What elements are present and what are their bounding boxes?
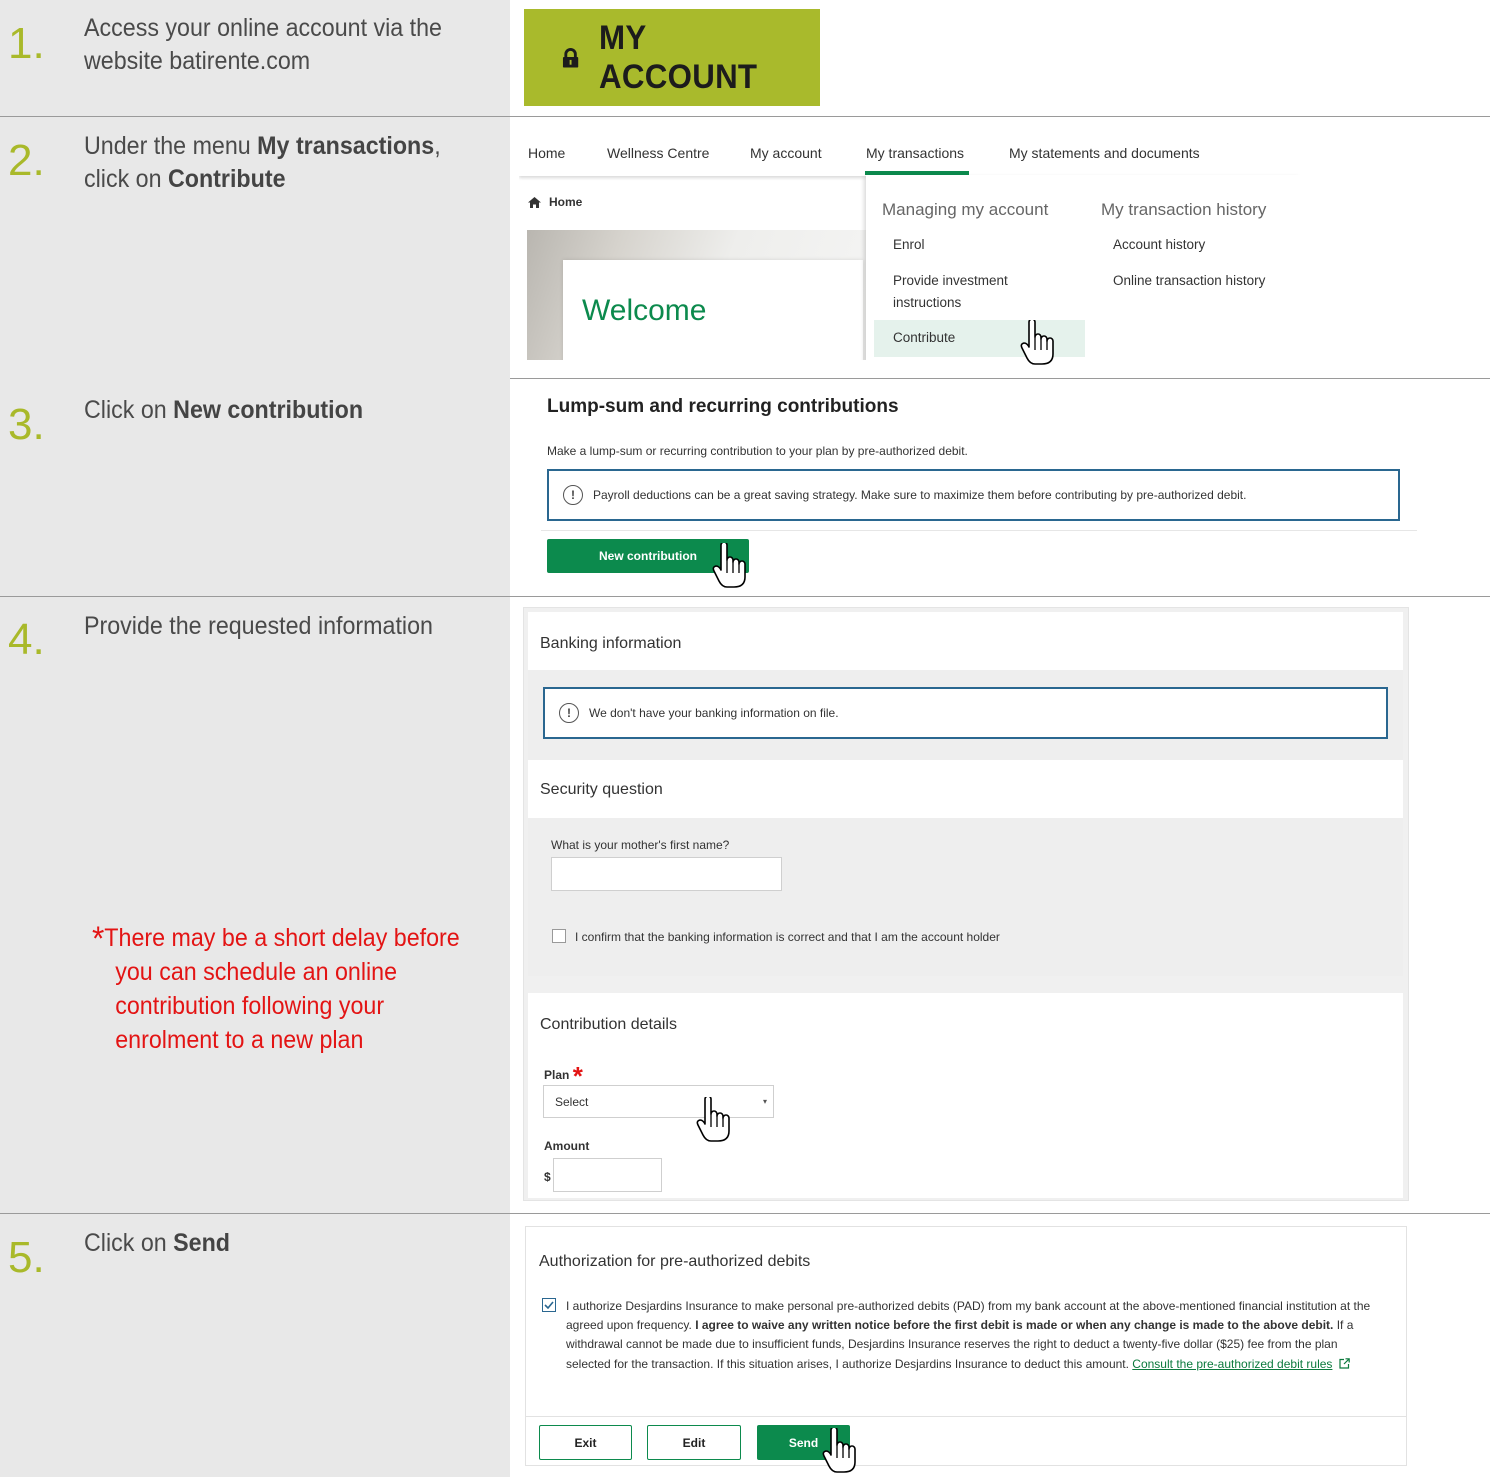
menu-item-online-transaction-history[interactable]: Online transaction history bbox=[1113, 270, 1265, 292]
authorization-title: Authorization for pre-authorized debits bbox=[539, 1253, 811, 1270]
welcome-text: Welcome bbox=[582, 294, 707, 327]
edit-button[interactable]: Edit bbox=[647, 1425, 741, 1460]
menu-item-provide-investment-instructions[interactable]: Provide investment instructions bbox=[893, 270, 1008, 314]
hand-cursor-icon bbox=[1020, 320, 1054, 365]
step-3-text: Click on New contribution bbox=[84, 396, 364, 424]
nav-home[interactable]: Home bbox=[528, 145, 565, 161]
hand-cursor-icon bbox=[712, 543, 746, 588]
menu-item-account-history[interactable]: Account history bbox=[1113, 234, 1205, 256]
payroll-info-alert: ! Payroll deductions can be a great savi… bbox=[547, 469, 1400, 521]
divider bbox=[526, 1416, 1406, 1417]
plan-label: Plan * bbox=[544, 1061, 583, 1091]
nav-my-statements-and-documents[interactable]: My statements and documents bbox=[1009, 145, 1200, 161]
step-number-2: 2. bbox=[8, 136, 45, 185]
divider bbox=[541, 530, 1417, 531]
banking-info-text: We don't have your banking information o… bbox=[589, 706, 839, 720]
breadcrumb-home[interactable]: Home bbox=[549, 195, 582, 209]
welcome-card: Welcome bbox=[563, 260, 863, 360]
nav-my-account[interactable]: My account bbox=[750, 145, 822, 161]
pad-rules-link[interactable]: Consult the pre-authorized debit rules bbox=[1132, 1357, 1332, 1371]
exit-button[interactable]: Exit bbox=[539, 1425, 632, 1460]
currency-symbol: $ bbox=[544, 1170, 551, 1184]
menu-item-contribute-label[interactable]: Contribute bbox=[893, 327, 955, 349]
hand-cursor-icon bbox=[696, 1097, 730, 1142]
instructions-column bbox=[0, 0, 510, 1477]
banking-information-title: Banking information bbox=[540, 635, 682, 652]
banking-info-alert: ! We don't have your banking information… bbox=[543, 687, 1388, 739]
security-answer-input[interactable] bbox=[551, 857, 782, 891]
amount-label: Amount bbox=[544, 1139, 590, 1153]
lock-icon bbox=[562, 47, 579, 68]
step-4-text: Provide the requested information bbox=[84, 612, 433, 640]
dropdown-heading-history: My transaction history bbox=[1101, 200, 1267, 219]
contributions-title: Lump-sum and recurring contributions bbox=[547, 396, 899, 417]
payroll-info-text: Payroll deductions can be a great saving… bbox=[593, 488, 1247, 502]
step-5-text: Click on Send bbox=[84, 1229, 231, 1257]
my-account-button[interactable]: MY ACCOUNT bbox=[524, 9, 820, 106]
step-number-3: 3. bbox=[8, 400, 45, 449]
security-question-label: What is your mother's first name? bbox=[551, 838, 730, 852]
checkmark-icon bbox=[544, 1301, 554, 1309]
breadcrumb[interactable]: Home bbox=[528, 195, 582, 209]
step-number-5: 5. bbox=[8, 1233, 45, 1282]
info-icon: ! bbox=[563, 485, 583, 505]
divider bbox=[510, 378, 1490, 379]
step-2-text: Under the menu My transactions, click on… bbox=[84, 132, 441, 193]
step-number-4: 4. bbox=[8, 615, 45, 664]
divider bbox=[0, 116, 1490, 117]
divider bbox=[0, 1213, 1490, 1214]
contributions-description: Make a lump-sum or recurring contributio… bbox=[547, 444, 968, 458]
dropdown-caret-icon: ▾ bbox=[762, 1097, 767, 1106]
external-link-icon bbox=[1339, 1357, 1350, 1369]
step-1-text: Access your online account via the websi… bbox=[84, 14, 442, 75]
security-question-title: Security question bbox=[540, 781, 663, 798]
confirm-banking-checkbox[interactable] bbox=[552, 929, 566, 943]
site-navigation-screenshot: Welcome Home Home Wellness Centre My acc… bbox=[519, 131, 1300, 360]
authorization-text: I authorize Desjardins Insurance to make… bbox=[566, 1299, 1371, 1371]
nav-my-transactions[interactable]: My transactions bbox=[866, 145, 964, 161]
delay-note: *There may be a short delay before you c… bbox=[92, 920, 460, 1054]
welcome-banner: Welcome bbox=[527, 230, 867, 360]
main-navigation: Home Wellness Centre My account My trans… bbox=[519, 131, 1300, 176]
transactions-dropdown-menu: Managing my account My transaction histo… bbox=[866, 175, 1300, 360]
dropdown-heading-managing: Managing my account bbox=[882, 200, 1049, 219]
my-account-label: MY ACCOUNT bbox=[599, 18, 758, 96]
confirm-banking-label: I confirm that the banking information i… bbox=[575, 930, 1000, 944]
divider bbox=[0, 596, 1490, 597]
authorize-checkbox[interactable] bbox=[542, 1298, 556, 1312]
menu-item-enrol[interactable]: Enrol bbox=[893, 234, 925, 256]
contribution-details-title: Contribution details bbox=[540, 1016, 677, 1033]
plan-select[interactable]: Select ▾ bbox=[543, 1085, 774, 1118]
amount-input[interactable] bbox=[553, 1158, 662, 1192]
hand-cursor-icon bbox=[822, 1428, 856, 1473]
info-icon: ! bbox=[559, 703, 579, 723]
home-icon bbox=[528, 196, 541, 208]
nav-wellness-centre[interactable]: Wellness Centre bbox=[607, 145, 709, 161]
step-number-1: 1. bbox=[8, 19, 45, 68]
